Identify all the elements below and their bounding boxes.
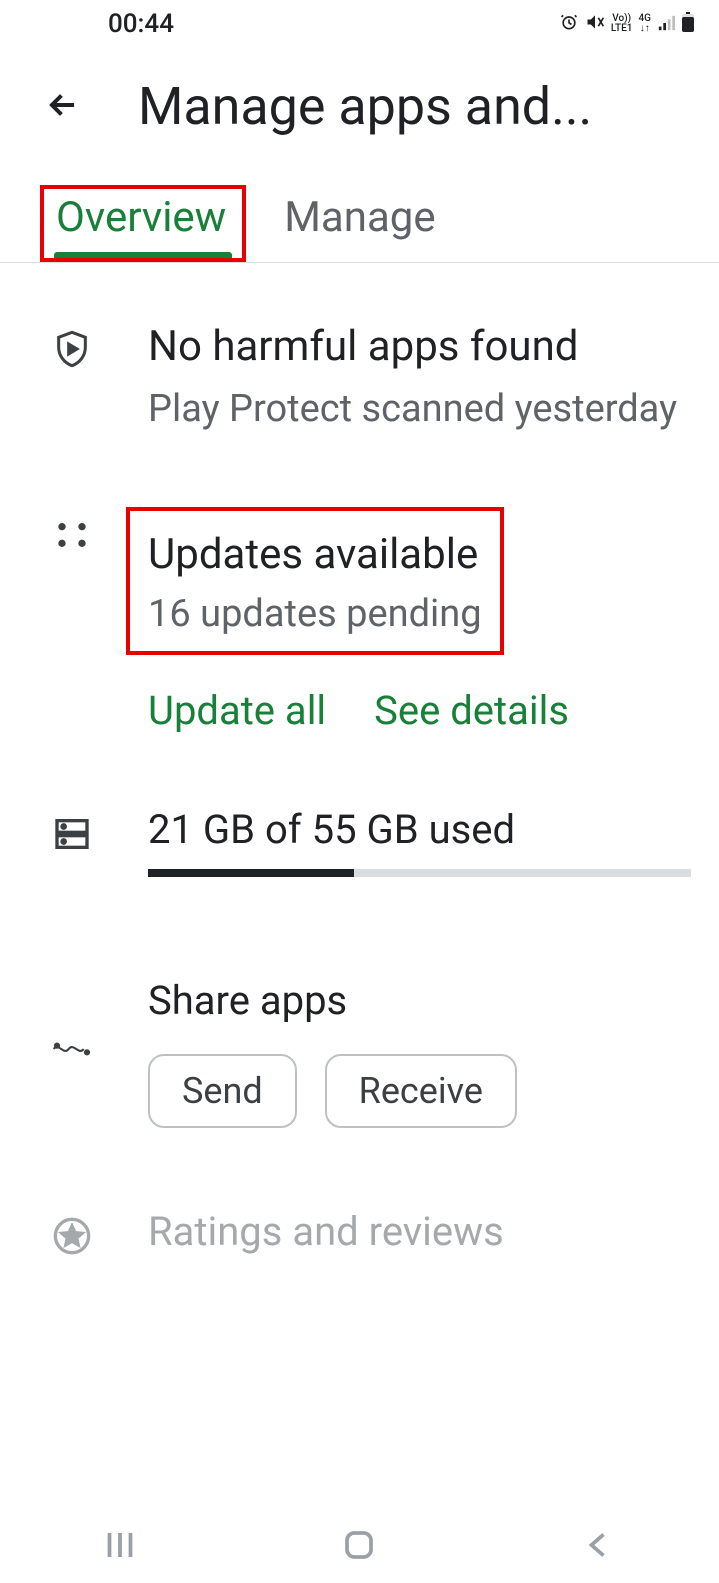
signal-icon bbox=[657, 9, 675, 39]
protect-title: No harmful apps found bbox=[148, 321, 691, 374]
tab-manage[interactable]: Manage bbox=[268, 185, 455, 262]
star-icon bbox=[52, 1208, 100, 1260]
see-details-button[interactable]: See details bbox=[374, 687, 569, 734]
battery-icon bbox=[681, 9, 695, 39]
recents-button[interactable] bbox=[102, 1527, 138, 1567]
ratings-section[interactable]: Ratings and reviews bbox=[52, 1128, 691, 1260]
protect-subtitle: Play Protect scanned yesterday bbox=[148, 384, 691, 435]
storage-section[interactable]: 21 GB of 55 GB used bbox=[52, 734, 691, 877]
send-button[interactable]: Send bbox=[148, 1054, 297, 1128]
home-button[interactable] bbox=[341, 1527, 377, 1567]
mute-icon bbox=[585, 9, 605, 39]
tab-overview-label: Overview bbox=[56, 193, 226, 242]
system-navbar bbox=[0, 1511, 719, 1583]
back-button[interactable] bbox=[44, 86, 82, 128]
share-section: Share apps Send Receive bbox=[52, 877, 691, 1128]
alarm-icon bbox=[559, 9, 579, 39]
storage-progress-fill bbox=[148, 869, 354, 877]
tab-manage-label: Manage bbox=[284, 193, 435, 242]
updates-section: Updates available 16 updates pending Upd… bbox=[52, 435, 691, 734]
status-right: Vo)) LTE1 4G ↓↑ bbox=[559, 9, 695, 39]
app-header: Manage apps and... bbox=[0, 48, 719, 147]
updates-icon bbox=[52, 507, 100, 734]
status-bar: 00:44 Vo)) LTE1 4G ↓↑ bbox=[0, 0, 719, 48]
tab-overview[interactable]: Overview bbox=[40, 185, 246, 262]
updates-subtitle: 16 updates pending bbox=[148, 589, 482, 640]
lte-label: LTE1 bbox=[611, 24, 633, 34]
status-time: 00:44 bbox=[108, 9, 174, 39]
ratings-title: Ratings and reviews bbox=[148, 1208, 691, 1255]
updates-title: Updates available bbox=[148, 529, 482, 582]
receive-button[interactable]: Receive bbox=[325, 1054, 517, 1128]
update-all-button[interactable]: Update all bbox=[148, 687, 326, 734]
storage-text: 21 GB of 55 GB used bbox=[148, 806, 691, 853]
storage-icon bbox=[52, 806, 100, 877]
share-icon bbox=[52, 977, 100, 1128]
shield-play-icon bbox=[52, 321, 100, 435]
updates-highlight: Updates available 16 updates pending bbox=[126, 507, 504, 655]
tabs: Overview Manage bbox=[0, 185, 719, 263]
data-arrows-icon: ↓↑ bbox=[640, 24, 650, 34]
play-protect-section[interactable]: No harmful apps found Play Protect scann… bbox=[52, 263, 691, 435]
back-nav-button[interactable] bbox=[581, 1527, 617, 1567]
share-title: Share apps bbox=[148, 977, 691, 1024]
storage-progress bbox=[148, 869, 691, 877]
page-title: Manage apps and... bbox=[138, 76, 592, 137]
